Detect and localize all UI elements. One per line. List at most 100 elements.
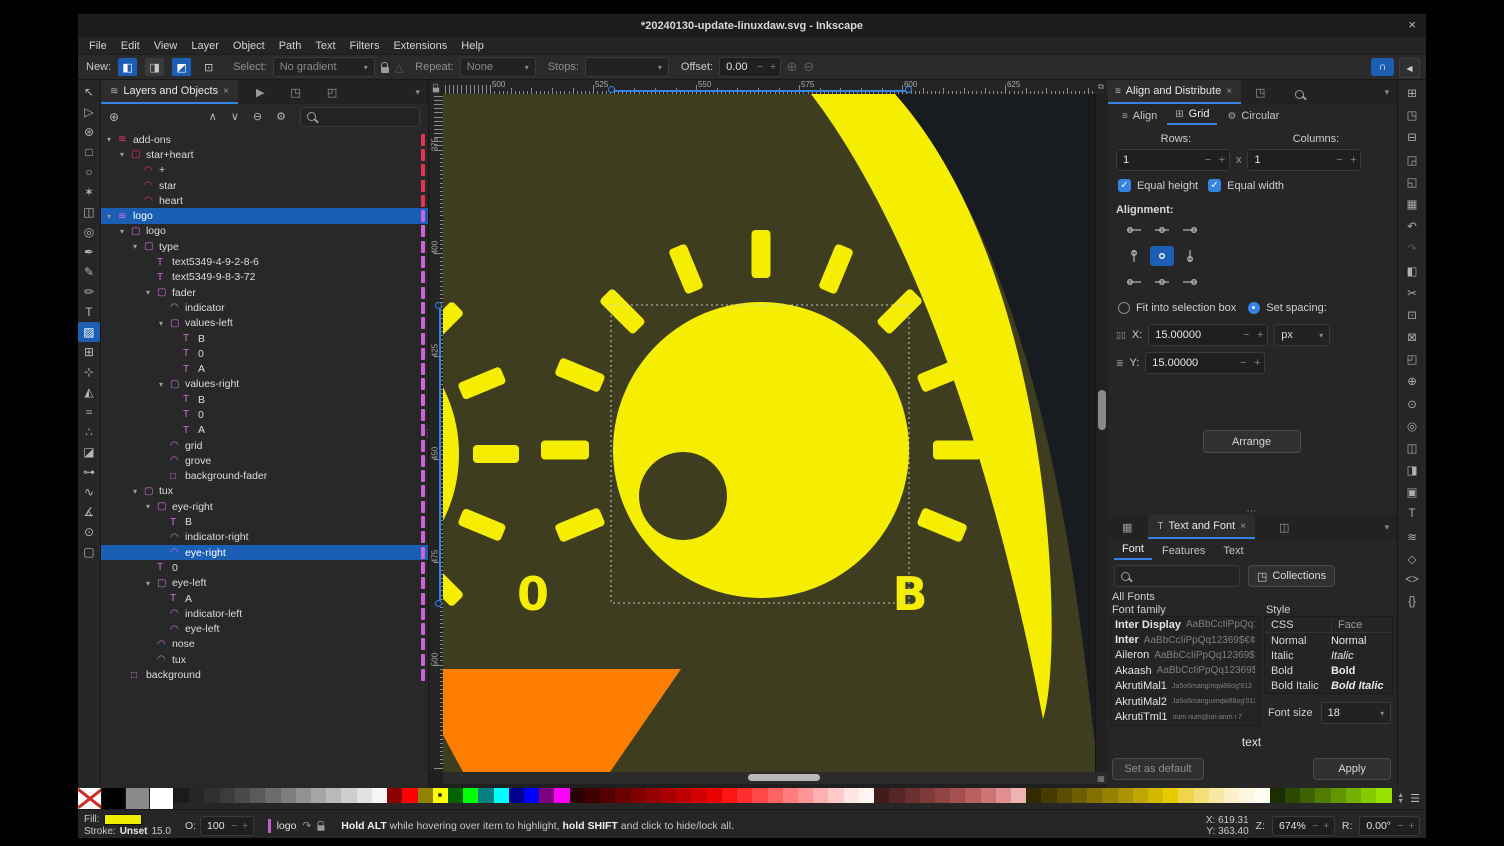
tree-item--[interactable]: ◠+ (101, 163, 428, 178)
palette-swatch[interactable] (357, 788, 372, 803)
tool-pen[interactable]: ✒ (78, 242, 100, 262)
canvas[interactable]: 0 B (443, 94, 1095, 772)
opacity-decrement[interactable]: − (229, 820, 240, 832)
tab-text-and-font[interactable]: T Text and Font × (1148, 515, 1255, 539)
expander-icon[interactable]: ▾ (146, 288, 157, 297)
palette-swatch[interactable] (1102, 788, 1117, 803)
palette-swatch[interactable] (813, 788, 828, 803)
expander-icon[interactable]: ▾ (159, 380, 170, 389)
anchor-8[interactable] (1178, 270, 1202, 290)
tree-item-0[interactable]: T0 (101, 560, 428, 575)
tree-item-0[interactable]: T0 (101, 346, 428, 361)
equal-height-checkbox[interactable]: Equal height (1118, 179, 1198, 192)
zoom-decrement[interactable]: − (1310, 820, 1321, 832)
subtab-grid[interactable]: ⊞Grid (1167, 106, 1217, 125)
cmd-group-objects-icon[interactable]: ▣ (1407, 485, 1418, 500)
tab-layers-and-objects[interactable]: ≋ Layers and Objects × (101, 80, 238, 104)
cmd-unlink-clone-icon[interactable]: ◨ (1407, 463, 1418, 478)
tree-item-values-right[interactable]: ▾▢values-right (101, 377, 428, 392)
anchor-2[interactable] (1178, 222, 1202, 242)
palette-swatch[interactable] (889, 788, 904, 803)
tree-item-eye-right[interactable]: ▾▢eye-right (101, 499, 428, 514)
palette-swatch[interactable] (494, 788, 509, 803)
opacity-increment[interactable]: + (240, 820, 251, 832)
cmd-import-icon[interactable]: ◲ (1407, 153, 1418, 168)
black-swatch[interactable] (102, 788, 126, 809)
tool-measure[interactable]: ∡ (78, 502, 100, 522)
close-tab-icon[interactable]: × (1226, 86, 1232, 97)
display-mode-icon[interactable]: ⧉ (1095, 80, 1107, 94)
tool-mesh-gradient[interactable]: ⊞ (78, 342, 100, 362)
expander-icon[interactable]: ▾ (146, 502, 157, 511)
anchor-5[interactable] (1178, 246, 1202, 266)
palette-swatch[interactable] (950, 788, 965, 803)
tree-item-logo[interactable]: ▾▢logo (101, 224, 428, 239)
tool-gradient[interactable]: ▨ (78, 322, 100, 342)
tool-node-editor[interactable]: ▷ (78, 102, 100, 122)
columns-spinner[interactable]: 1 − + (1247, 149, 1361, 171)
white-swatch[interactable] (150, 788, 174, 809)
y-decrement[interactable]: − (1236, 357, 1250, 369)
linear-gradient-button[interactable]: ◧ (117, 57, 138, 77)
tree-item-eye-left[interactable]: ◠eye-left (101, 622, 428, 637)
zoom-increment[interactable]: + (1321, 820, 1332, 832)
move-up-icon[interactable]: ∧ (209, 110, 217, 123)
palette-swatch[interactable] (661, 788, 676, 803)
fill-stroke-indicator[interactable]: Fill: Stroke: Unset 15.0 (84, 814, 171, 837)
cmd-text-dialog-icon[interactable]: T (1409, 508, 1416, 523)
palette-swatch[interactable] (372, 788, 387, 803)
tool-star[interactable]: ✶ (78, 182, 100, 202)
tool-zoom[interactable]: ⊙ (78, 522, 100, 542)
palette-swatch[interactable] (1331, 788, 1346, 803)
palette-swatch[interactable] (326, 788, 341, 803)
menu-path[interactable]: Path (272, 40, 309, 52)
rows-spinner[interactable]: 1 − + (1116, 149, 1230, 171)
expander-icon[interactable]: ▾ (107, 212, 118, 221)
cmd-copy-icon[interactable]: ◧ (1407, 264, 1418, 279)
tree-item-A[interactable]: TA (101, 361, 428, 376)
cmd-redo-icon[interactable]: ↷ (1407, 241, 1417, 256)
tree-item-grove[interactable]: ◠grove (101, 453, 428, 468)
add-layer-icon[interactable]: ⊕ (109, 110, 119, 124)
document-tab-icon[interactable]: ◳ (290, 86, 300, 99)
palette-swatch[interactable] (570, 788, 585, 803)
palette-swatch[interactable] (204, 788, 219, 803)
palette-swatch[interactable] (448, 788, 463, 803)
cmd-new-document-icon[interactable]: ⊞ (1407, 86, 1417, 101)
palette-swatch[interactable] (1255, 788, 1270, 803)
rotation-spinner[interactable]: 0.00° − + (1359, 816, 1420, 836)
gradient-select-dropdown[interactable]: No gradient ▾ (273, 57, 375, 77)
expander-icon[interactable]: ▾ (159, 319, 170, 328)
palette-swatch[interactable] (722, 788, 737, 803)
cmd-xml-editor-icon[interactable]: <> (1405, 574, 1418, 589)
layer-visibility-icon[interactable]: ↷ (302, 820, 311, 832)
palette-swatch[interactable] (1118, 788, 1133, 803)
masks-tab-icon[interactable]: ◫ (1279, 521, 1289, 534)
style-bold-italic[interactable]: Bold ItalicBold Italic (1265, 678, 1392, 693)
palette-swatch[interactable] (585, 788, 600, 803)
cmd-clone-icon[interactable]: ◫ (1407, 441, 1418, 456)
palette-swatch[interactable] (1148, 788, 1163, 803)
palette-swatch[interactable] (341, 788, 356, 803)
current-layer-indicator[interactable]: logo ↷ (268, 819, 326, 833)
cmd-paste-icon[interactable]: ⊡ (1407, 308, 1417, 323)
cmd-zoom-selection-icon[interactable]: ⊠ (1407, 330, 1417, 345)
search-icon[interactable] (1295, 90, 1304, 99)
font-akaash[interactable]: AkaashAaBbCcIiPpQq12369$€¢ ?.,)( (1111, 663, 1259, 678)
zoom-spinner[interactable]: 674% − + (1272, 816, 1335, 836)
horizontal-scrollbar[interactable] (443, 772, 1095, 784)
offset-increment[interactable]: + (767, 61, 780, 73)
tree-item-indicator-right[interactable]: ◠indicator-right (101, 530, 428, 545)
palette-swatch[interactable] (1346, 788, 1361, 803)
y-spacing-spinner[interactable]: 15.00000 − + (1145, 352, 1265, 374)
horizontal-scrollbar-thumb[interactable] (748, 774, 820, 781)
anchor-3[interactable] (1122, 246, 1146, 266)
eye-right-knob[interactable] (613, 302, 909, 598)
tool-dropper[interactable]: ⊹ (78, 362, 100, 382)
tree-item-B[interactable]: TB (101, 331, 428, 346)
palette-swatch[interactable] (905, 788, 920, 803)
tool-ellipse[interactable]: ○ (78, 162, 100, 182)
menu-text[interactable]: Text (308, 40, 342, 52)
tree-item-star-heart[interactable]: ▾▢star+heart (101, 147, 428, 162)
anchor-7[interactable] (1150, 270, 1174, 290)
